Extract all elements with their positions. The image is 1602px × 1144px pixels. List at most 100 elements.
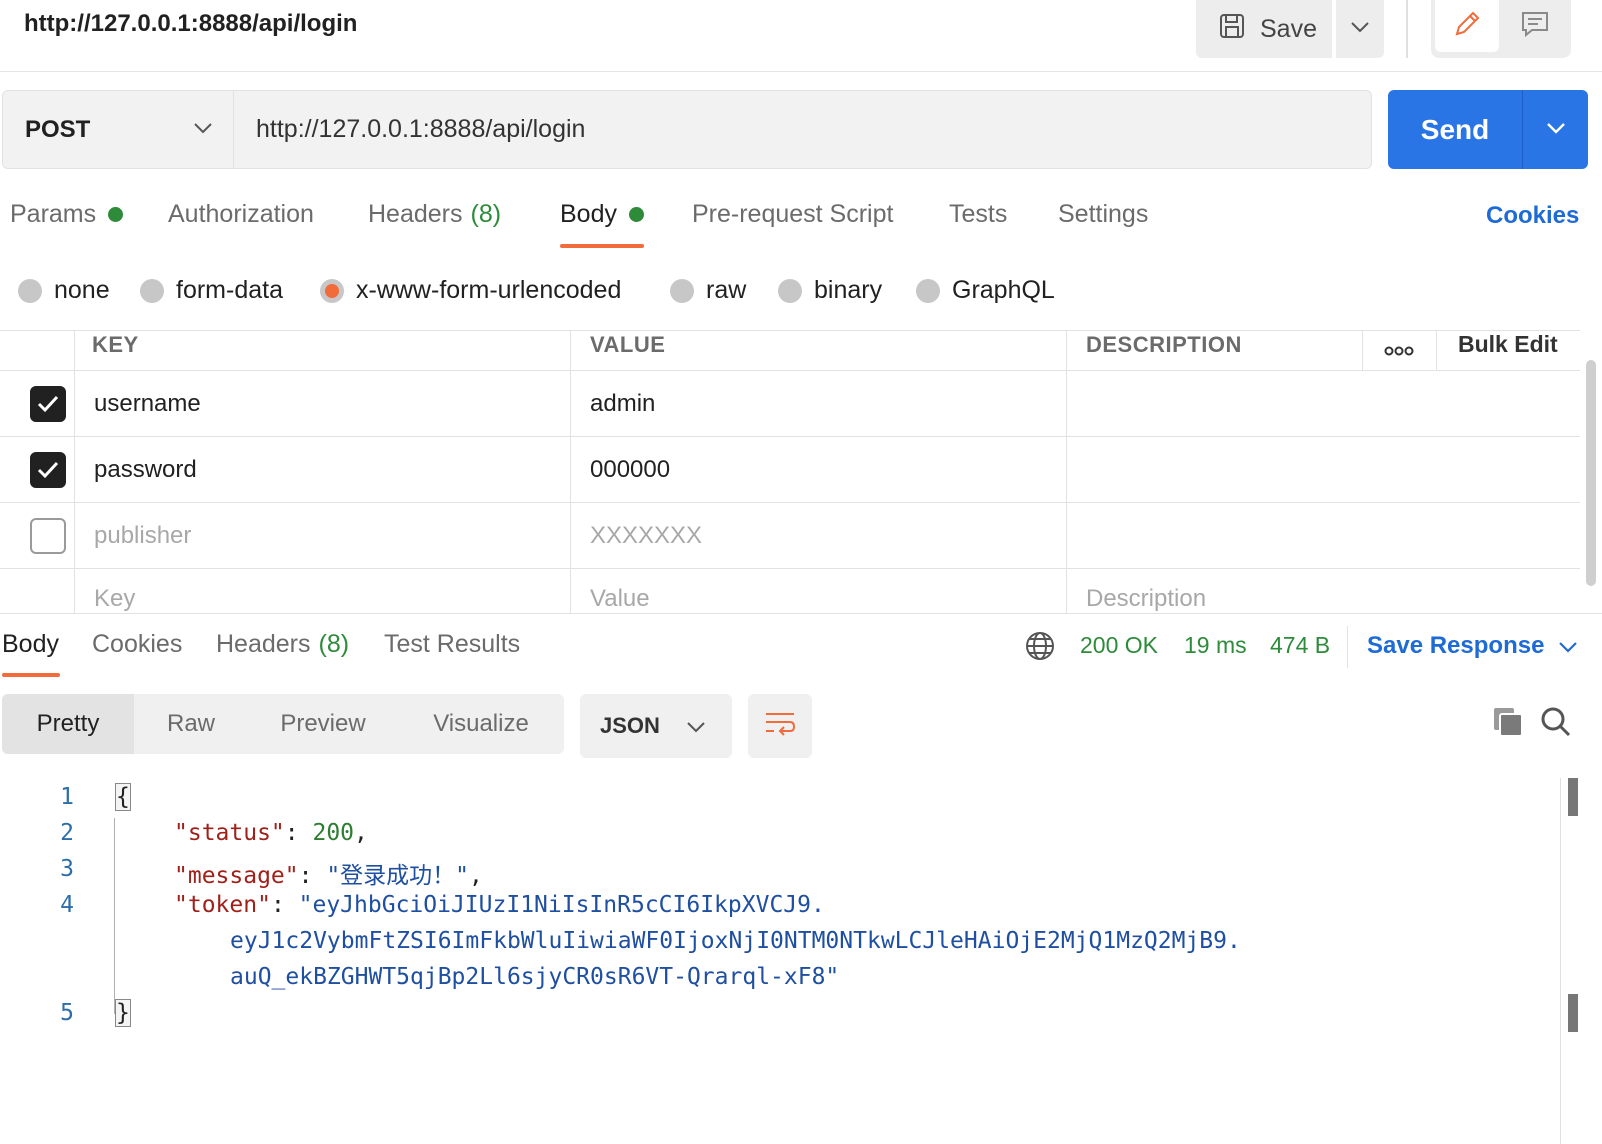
tab-headers[interactable]: Headers (8): [368, 200, 501, 229]
tab-params[interactable]: Params: [10, 200, 124, 229]
comment-icon: [1520, 9, 1550, 44]
globe-icon[interactable]: [1024, 630, 1056, 667]
table-scrollbar[interactable]: [1586, 360, 1596, 586]
response-time[interactable]: 19 ms: [1184, 632, 1247, 659]
row-checkbox[interactable]: [30, 371, 70, 436]
body-type-form-data[interactable]: form-data: [140, 276, 283, 305]
response-tab-body[interactable]: Body: [2, 630, 59, 659]
response-tab-cookies[interactable]: Cookies: [92, 630, 182, 659]
method-label: POST: [25, 115, 91, 143]
tab-label: Body: [560, 200, 617, 228]
body-type-graphql[interactable]: GraphQL: [916, 276, 1055, 305]
tab-label: Test Results: [384, 630, 521, 658]
key-placeholder[interactable]: Key: [94, 569, 564, 614]
code-line: {: [115, 783, 131, 811]
response-tab-headers[interactable]: Headers (8): [216, 630, 349, 659]
save-button[interactable]: Save: [1196, 0, 1332, 58]
radio-label: x-www-form-urlencoded: [356, 276, 622, 304]
param-key-cell[interactable]: publisher: [94, 503, 564, 568]
view-pretty[interactable]: Pretty: [2, 694, 134, 754]
chevron-down-icon: [686, 713, 706, 739]
tab-label: Headers: [216, 630, 311, 658]
tab-tests[interactable]: Tests: [949, 200, 1007, 229]
indent-guide: [114, 818, 115, 1014]
headers-count: (8): [470, 200, 502, 228]
tab-pre-request-script[interactable]: Pre-request Script: [692, 200, 893, 229]
value-placeholder[interactable]: Value: [590, 569, 1060, 614]
row-checkbox[interactable]: [30, 437, 70, 502]
param-value-cell[interactable]: admin: [590, 371, 1060, 436]
copy-icon[interactable]: [1492, 706, 1524, 743]
tab-label: Body: [2, 630, 59, 658]
json-punct: ,: [354, 820, 368, 846]
save-response-button[interactable]: Save Response: [1367, 632, 1578, 660]
cookies-link[interactable]: Cookies: [1486, 202, 1579, 230]
param-key-cell[interactable]: username: [94, 371, 564, 436]
param-description-cell[interactable]: [1086, 437, 1556, 502]
line-number: 2: [60, 820, 74, 846]
edit-mode-button[interactable]: [1435, 0, 1499, 52]
view-raw[interactable]: Raw: [134, 694, 248, 754]
column-header-description: DESCRIPTION: [1086, 332, 1242, 357]
search-icon[interactable]: [1540, 706, 1572, 743]
body-type-binary[interactable]: binary: [778, 276, 882, 305]
checkbox-checked: [30, 451, 66, 488]
save-options-button[interactable]: [1336, 0, 1384, 58]
param-key-cell[interactable]: password: [94, 437, 564, 502]
format-label: JSON: [600, 713, 660, 738]
bulk-edit-button[interactable]: Bulk Edit: [1458, 331, 1578, 370]
status-code[interactable]: 200 OK: [1080, 632, 1158, 659]
url-input[interactable]: http://127.0.0.1:8888/api/login: [234, 90, 1372, 169]
radio-label: raw: [706, 276, 747, 304]
params-table: KEY VALUE DESCRIPTION Bulk Edit username…: [0, 330, 1580, 614]
param-description-cell[interactable]: [1086, 503, 1556, 568]
tab-label: Settings: [1058, 200, 1149, 228]
format-select[interactable]: JSON: [580, 694, 732, 758]
response-size[interactable]: 474 B: [1270, 632, 1330, 659]
json-punct: ,: [469, 863, 483, 889]
json-string-continuation: eyJ1c2VybmFtZSI6ImFkbWluIiwiaWF0IjoxNjI0…: [230, 928, 1241, 954]
param-description-cell[interactable]: [1086, 371, 1556, 436]
description-placeholder[interactable]: Description: [1086, 569, 1556, 614]
tab-authorization[interactable]: Authorization: [168, 200, 314, 229]
row-checkbox[interactable]: [30, 503, 70, 568]
tab-label: Cookies: [92, 630, 183, 658]
line-number: 1: [60, 784, 74, 810]
body-type-none[interactable]: none: [18, 276, 110, 305]
tab-label: Pre-request Script: [692, 200, 894, 228]
send-group: Send: [1388, 90, 1588, 169]
body-type-raw[interactable]: raw: [670, 276, 746, 305]
save-label: Save: [1260, 14, 1317, 43]
table-row: password 000000: [0, 437, 1580, 503]
wrap-lines-button[interactable]: [748, 694, 812, 758]
table-row: publisher XXXXXXX: [0, 503, 1580, 569]
radio-label: binary: [814, 276, 883, 304]
tab-body[interactable]: Body: [560, 200, 644, 229]
tab-label: Headers: [368, 200, 463, 228]
view-mode-segmented: Pretty Raw Preview Visualize: [2, 694, 564, 754]
json-punct: :: [298, 863, 327, 889]
param-value-cell[interactable]: XXXXXXX: [590, 503, 1060, 568]
response-code-view[interactable]: 1 2 3 4 5 { "status": 200, "message": "登…: [0, 778, 1560, 1144]
method-select[interactable]: POST: [2, 90, 234, 169]
status-divider: [1347, 626, 1348, 668]
comments-button[interactable]: [1503, 0, 1567, 52]
line-number: 5: [60, 1000, 74, 1026]
code-scroll-track[interactable]: [1560, 778, 1561, 1144]
body-active-dot: [628, 207, 644, 222]
send-button[interactable]: Send: [1388, 90, 1522, 169]
chevron-down-icon: [193, 121, 213, 139]
response-tab-test-results[interactable]: Test Results: [384, 630, 520, 659]
code-line: "token": "eyJhbGciOiJIUzI1NiIsInR5cCI6Ik…: [174, 892, 825, 918]
save-icon: [1218, 12, 1246, 47]
column-divider: [570, 331, 571, 614]
more-options-icon[interactable]: [1384, 331, 1424, 370]
tab-settings[interactable]: Settings: [1058, 200, 1148, 229]
send-options-button[interactable]: [1523, 90, 1588, 169]
request-title[interactable]: http://127.0.0.1:8888/api/login: [24, 10, 357, 38]
view-preview[interactable]: Preview: [248, 694, 398, 754]
body-type-urlencoded[interactable]: x-www-form-urlencoded: [320, 276, 621, 305]
json-string-continuation: auQ_ekBZGHWT5qjBp2Ll6sjyCR0sR6VT-Qrarql-…: [230, 964, 840, 990]
param-value-cell[interactable]: 000000: [590, 437, 1060, 502]
view-visualize[interactable]: Visualize: [398, 694, 564, 754]
